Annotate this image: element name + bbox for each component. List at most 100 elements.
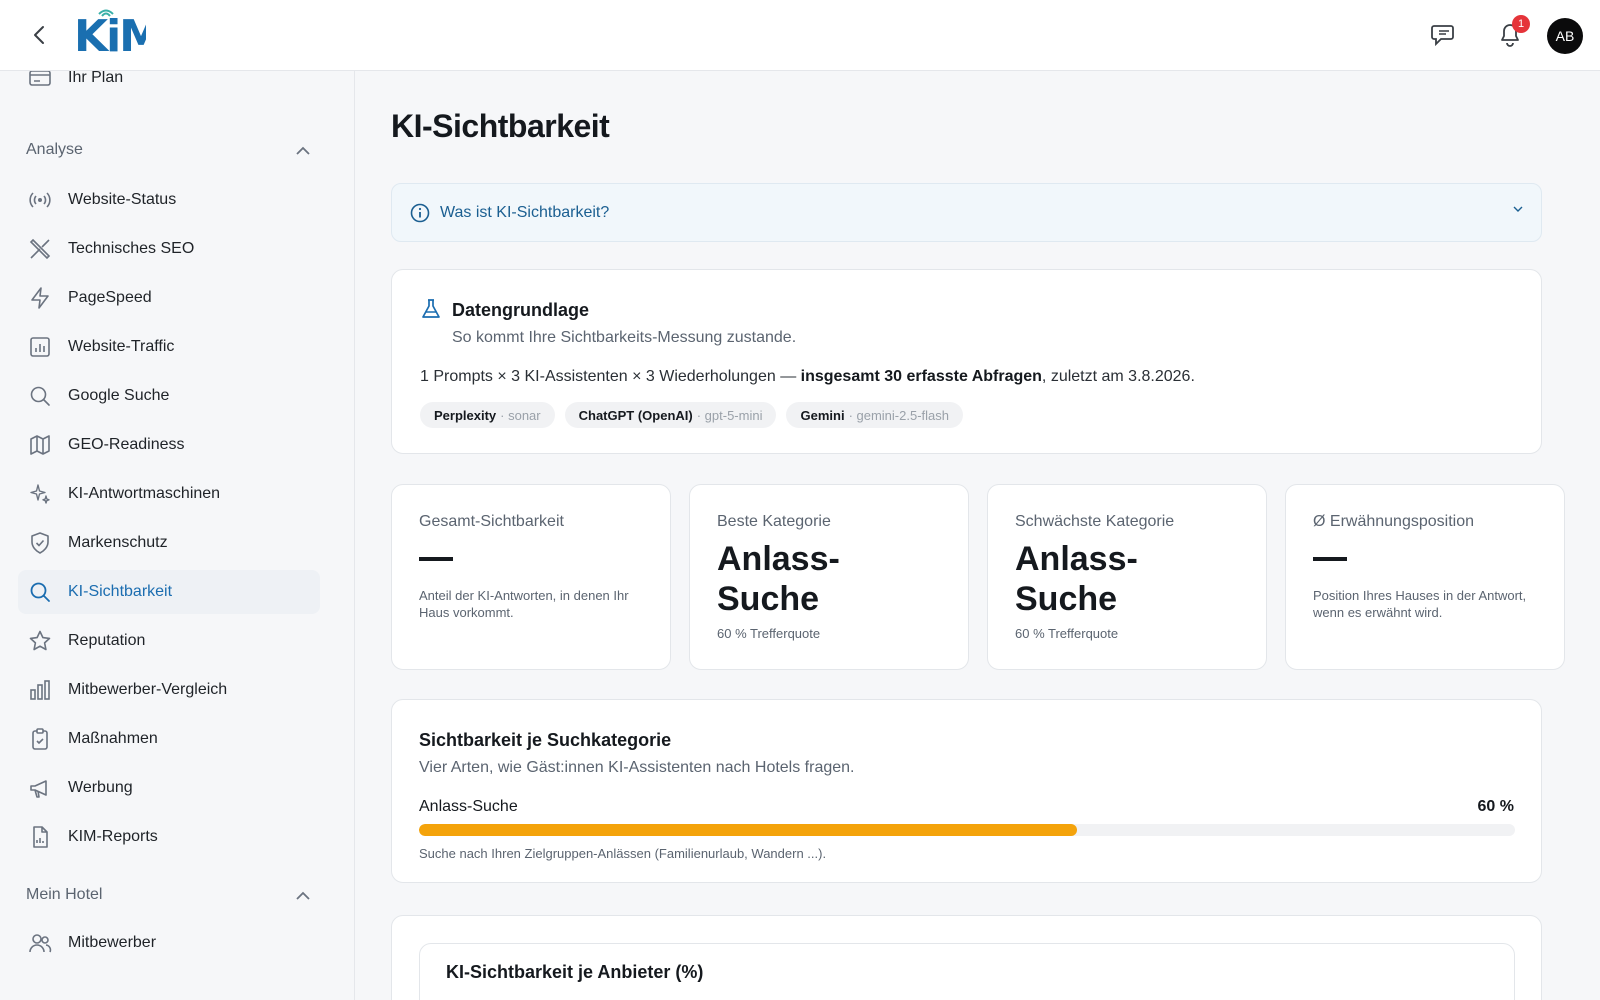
sidebar-item-ki-sichtbarkeit[interactable]: KI-Sichtbarkeit <box>18 570 320 614</box>
chip-name: ChatGPT (OpenAI) <box>578 407 693 423</box>
sidebar-item-label: PageSpeed <box>68 289 152 306</box>
chip-perplexity: Perplexity · sonar <box>420 402 555 428</box>
chart-box-icon <box>28 335 52 359</box>
section-analyse-toggle[interactable]: Analyse <box>26 138 310 162</box>
kpi-erwaehnungsposition: Ø Erwähnungsposition Position Ihres Haus… <box>1285 484 1565 670</box>
search-icon <box>28 580 52 604</box>
chip-model: · gemini-2.5-flash <box>848 407 949 423</box>
tools-icon <box>28 237 52 261</box>
kpi-hit-rate: 60 % Trefferquote <box>717 626 821 641</box>
kpi-schwaechste-kategorie: Schwächste Kategorie Anlass-Suche 60 % T… <box>987 484 1267 670</box>
broadcast-icon <box>28 188 52 212</box>
summary-prefix: 1 Prompts × 3 KI-Assistenten × 3 Wiederh… <box>420 368 801 385</box>
sidebar-item-mitbewerber-vergleich[interactable]: Mitbewerber-Vergleich <box>18 668 320 712</box>
kpi-beste-kategorie: Beste Kategorie Anlass-Suche 60 % Treffe… <box>689 484 969 670</box>
kpi-label: Schwächste Kategorie <box>1015 513 1175 530</box>
kpi-label: Ø Erwähnungsposition <box>1313 513 1474 530</box>
map-icon <box>28 433 52 457</box>
chevron-up-icon <box>296 146 310 155</box>
lightning-icon <box>28 286 52 310</box>
svg-text:KiM: KiM <box>74 11 146 58</box>
user-avatar[interactable]: AB <box>1547 18 1583 54</box>
kpi-value: Anlass-Suche <box>1015 540 1138 618</box>
page-title: KI-Sichtbarkeit <box>391 108 610 144</box>
kpi-description: Anteil der KI-Antworten, in denen Ihr Ha… <box>419 588 629 620</box>
sidebar-item-label: Website-Traffic <box>68 338 175 355</box>
summary-total: insgesamt 30 erfasste Abfragen <box>800 368 1042 385</box>
sidebar-item-technisches-seo[interactable]: Technisches SEO <box>18 227 320 271</box>
sidebar-item-label: Google Suche <box>68 387 170 404</box>
back-button[interactable] <box>26 22 52 48</box>
data-basis-title: Datengrundlage <box>452 300 590 320</box>
category-subtitle: Vier Arten, wie Gäst:innen KI-Assistente… <box>419 759 855 776</box>
chip-name: Perplexity <box>434 407 497 423</box>
sidebar-item-label: KI-Antwortmaschinen <box>68 485 221 502</box>
sidebar-item-reputation[interactable]: Reputation <box>18 619 320 663</box>
info-icon <box>410 203 430 222</box>
info-accordion-label: Was ist KI-Sichtbarkeit? <box>440 203 610 221</box>
chevron-down-icon <box>1513 206 1523 212</box>
info-accordion[interactable]: Was ist KI-Sichtbarkeit? <box>391 183 1542 242</box>
kpi-description: Position Ihres Hauses in der Antwort, we… <box>1313 588 1527 620</box>
provider-visibility-card: KI-Sichtbarkeit je Anbieter (%) <box>391 915 1542 1000</box>
data-basis-card: Datengrundlage So kommt Ihre Sichtbarkei… <box>391 269 1542 454</box>
section-mein-hotel-toggle[interactable]: Mein Hotel <box>26 883 310 907</box>
flask-icon <box>422 299 440 318</box>
clipboard-check-icon <box>28 727 52 751</box>
sidebar-item-massnahmen[interactable]: Maßnahmen <box>18 717 320 761</box>
shield-check-icon <box>28 531 52 555</box>
app-logo[interactable]: KiM <box>74 8 146 58</box>
star-icon <box>28 629 52 653</box>
section-title: Analyse <box>26 141 83 158</box>
chip-name: Gemini <box>800 407 845 423</box>
chevron-left-icon <box>34 26 44 44</box>
sidebar-item-geo-readiness[interactable]: GEO-Readiness <box>18 423 320 467</box>
sidebar-item-label: Maßnahmen <box>68 730 158 747</box>
category-progress-track <box>419 824 1515 836</box>
kpi-label: Beste Kategorie <box>717 513 831 530</box>
data-basis-subtitle: So kommt Ihre Sichtbarkeits-Messung zust… <box>452 329 797 346</box>
kpi-value: Anlass-Suche <box>717 540 840 618</box>
sparkles-icon <box>28 482 52 506</box>
sidebar-item-kim-reports[interactable]: KIM-Reports <box>18 815 320 859</box>
sidebar-item-ki-antwortmaschinen[interactable]: KI-Antwortmaschinen <box>18 472 320 516</box>
sidebar-item-label: Markenschutz <box>68 534 168 551</box>
chip-gemini: Gemini · gemini-2.5-flash <box>786 402 963 428</box>
sidebar-item-werbung[interactable]: Werbung <box>18 766 320 810</box>
sidebar-item-ihr-plan[interactable]: Ihr Plan <box>18 71 320 100</box>
sidebar-item-label: Werbung <box>68 779 133 796</box>
sidebar-item-website-traffic[interactable]: Website-Traffic <box>18 325 320 369</box>
assistant-chips: Perplexity · sonar ChatGPT (OpenAI) · gpt-… <box>420 402 963 428</box>
category-row-hint: Suche nach Ihren Zielgruppen-Anlässen (F… <box>419 846 827 861</box>
sidebar-item-label: Website-Status <box>68 191 177 208</box>
category-visibility-card: Sichtbarkeit je Suchkategorie Vier Arten… <box>391 699 1542 883</box>
sidebar-item-markenschutz[interactable]: Markenschutz <box>18 521 320 565</box>
sidebar-item-label: GEO-Readiness <box>68 436 185 453</box>
sidebar-item-label: KIM-Reports <box>68 828 158 845</box>
megaphone-icon <box>28 776 52 800</box>
sidebar-item-pagespeed[interactable]: PageSpeed <box>18 276 320 320</box>
sidebar-item-website-status[interactable]: Website-Status <box>18 178 320 222</box>
sidebar-item-label: Ihr Plan <box>68 71 124 86</box>
main-content: KI-Sichtbarkeit Was ist KI-Sichtbarkeit?… <box>356 71 1600 1000</box>
category-title: Sichtbarkeit je Suchkategorie <box>419 730 672 750</box>
users-icon <box>28 931 52 955</box>
sidebar: Ihr Plan Analyse Website-Status Technisc… <box>0 71 355 1000</box>
notifications-button[interactable]: 1 <box>1494 15 1530 51</box>
sidebar-item-label: Mitbewerber <box>68 934 157 951</box>
category-progress-fill <box>419 824 1077 836</box>
section-title: Mein Hotel <box>26 886 103 903</box>
kpi-empty-value <box>419 557 453 561</box>
chip-chatgpt: ChatGPT (OpenAI) · gpt-5-mini <box>564 402 777 428</box>
search-icon <box>28 384 52 408</box>
sidebar-item-label: KI-Sichtbarkeit <box>68 583 173 600</box>
top-bar: KiM 1 AB <box>0 0 1600 71</box>
kpi-label: Gesamt-Sichtbarkeit <box>419 513 564 530</box>
sidebar-item-google-suche[interactable]: Google Suche <box>18 374 320 418</box>
bar-chart-icon <box>28 678 52 702</box>
sidebar-item-mitbewerber[interactable]: Mitbewerber <box>18 921 320 965</box>
chat-button[interactable] <box>1428 19 1460 51</box>
kpi-empty-value <box>1313 557 1347 561</box>
chip-model: · sonar <box>500 407 541 423</box>
report-file-icon <box>28 825 52 849</box>
